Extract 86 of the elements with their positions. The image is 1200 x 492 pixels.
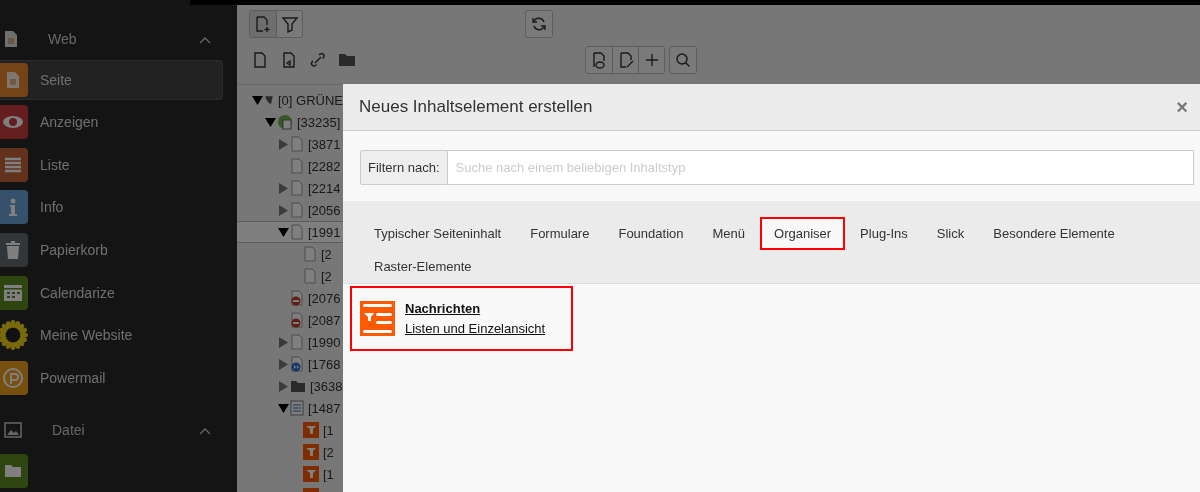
tree-row[interactable]: [2: [237, 243, 343, 266]
hidden-page-icon: [290, 290, 304, 307]
caret-down-icon[interactable]: [278, 403, 289, 413]
chevron-up-icon[interactable]: [199, 427, 211, 436]
tree-row[interactable]: [2: [237, 265, 343, 288]
tree-row[interactable]: [1: [237, 463, 343, 486]
news-icon: [303, 444, 319, 461]
tree-row[interactable]: [1: [237, 419, 343, 442]
category-tab[interactable]: Organiser: [760, 217, 846, 250]
filter-icon: [280, 15, 299, 33]
refresh-icon: [530, 15, 548, 33]
list-icon: [0, 147, 28, 182]
category-tab[interactable]: Menü: [698, 217, 760, 250]
tree-row[interactable]: [3638: [237, 375, 343, 398]
tree-row[interactable]: [33235]: [237, 111, 343, 134]
page-icon: [290, 202, 304, 219]
category-tab[interactable]: Plug-Ins: [846, 217, 922, 250]
chevron-up-icon[interactable]: [199, 36, 211, 45]
caret-right-icon[interactable]: [279, 358, 288, 370]
eye-icon: [0, 105, 28, 140]
element-title: Nachrichten: [405, 301, 482, 316]
tree-row[interactable]: [0] GRÜNE: [237, 89, 343, 112]
caret-down-icon[interactable]: [278, 227, 289, 237]
tree-row[interactable]: [1487: [237, 397, 343, 420]
page-icon: [303, 246, 317, 263]
category-tab[interactable]: Typischer Seiteninhalt: [360, 217, 516, 250]
close-button[interactable]: ×: [1172, 95, 1192, 119]
tree-row[interactable]: [2: [237, 441, 343, 464]
shortcut-page-icon: [290, 356, 304, 373]
link-icon: [309, 51, 327, 69]
caret-down-icon[interactable]: [265, 117, 276, 127]
folder-icon: [338, 53, 356, 67]
content-element-link[interactable]: Nachrichten Listen und Einzelansicht: [350, 286, 573, 351]
page-icon: [290, 180, 304, 197]
page-icon: [290, 136, 304, 153]
element-description: Listen und Einzelansicht: [405, 321, 546, 336]
tree-row[interactable]: [3871: [237, 133, 343, 156]
tree-row[interactable]: [2056: [237, 199, 343, 222]
module-group-label: Datei: [52, 422, 86, 439]
page-plus-icon: [254, 15, 272, 33]
news-icon: [303, 422, 319, 439]
trash-icon: [0, 233, 28, 267]
page-icon: [0, 62, 28, 97]
tree-row[interactable]: [2214: [237, 177, 343, 200]
caret-right-icon[interactable]: [279, 138, 288, 150]
category-tab[interactable]: Besondere Elemente: [979, 217, 1129, 250]
tree-row[interactable]: [2076: [237, 287, 343, 310]
page-icon: [303, 268, 317, 285]
category-tab[interactable]: Formulare: [516, 217, 604, 250]
caret-right-icon[interactable]: [279, 204, 288, 216]
page-eye-icon: [590, 51, 608, 69]
at-sign-icon: [0, 360, 28, 395]
new-page-button[interactable]: [250, 11, 276, 37]
caret-right-icon[interactable]: [279, 182, 288, 194]
search-icon: [674, 51, 692, 69]
info-icon: [0, 190, 28, 225]
category-tab[interactable]: Slick: [922, 217, 979, 250]
caret-right-icon[interactable]: [279, 380, 288, 392]
page-icon: [290, 158, 304, 175]
tree-row[interactable]: [2087: [237, 309, 343, 332]
page-icon: [290, 334, 304, 351]
page-icon: [290, 224, 304, 241]
news-icon: [303, 466, 319, 483]
tree-row[interactable]: [1991: [237, 221, 343, 244]
news-list-icon: [360, 301, 395, 336]
category-tab[interactable]: Foundation: [604, 217, 698, 250]
caret-right-icon[interactable]: [279, 336, 288, 348]
list-page-icon: [290, 400, 304, 417]
folder-icon: [290, 379, 306, 394]
category-tab[interactable]: Raster-Elemente: [360, 250, 486, 283]
folder-icon: [0, 453, 28, 488]
page-icon: [251, 51, 269, 69]
tree-row[interactable]: [2282: [237, 155, 343, 178]
filter-label: Filtern nach:: [360, 150, 448, 185]
calendar-icon: [0, 275, 28, 310]
page-icon: [4, 30, 18, 49]
hidden-page-icon: [290, 312, 304, 329]
dialog-title: Neues Inhaltselement erstellen: [359, 97, 594, 117]
caret-down-icon[interactable]: [252, 95, 263, 105]
globe-page-icon: [277, 114, 293, 131]
tree-row[interactable]: [1768: [237, 353, 343, 376]
image-icon: [4, 422, 22, 439]
tree-row[interactable]: [1990: [237, 331, 343, 354]
page-arrow-icon: [280, 51, 298, 69]
module-group-label: Web: [48, 31, 78, 48]
module-item[interactable]: Seite: [0, 59, 223, 101]
